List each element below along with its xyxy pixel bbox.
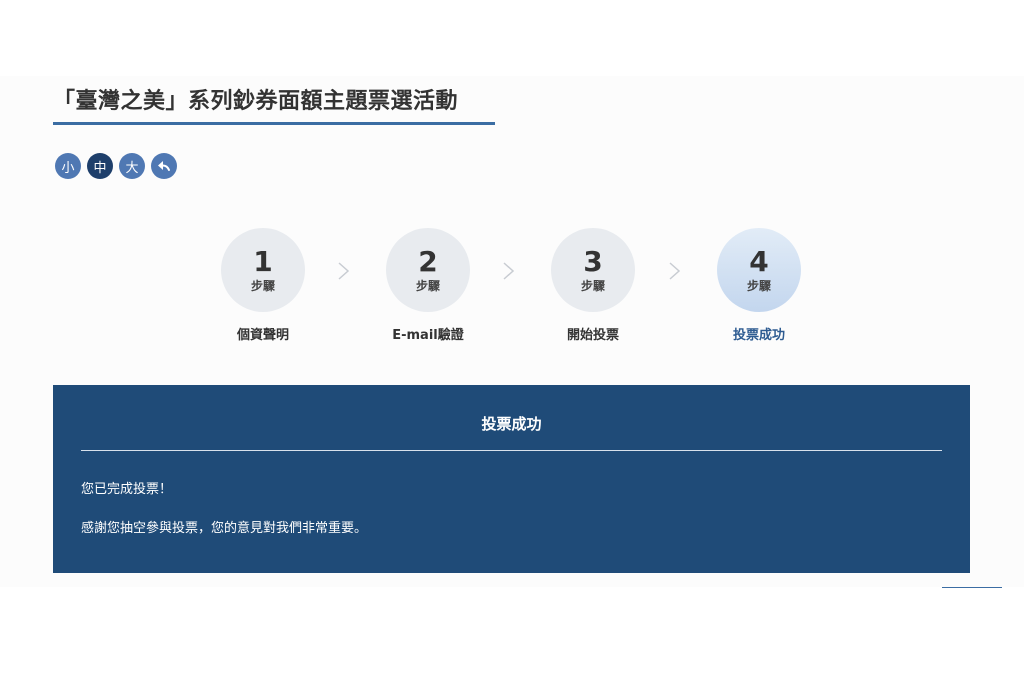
font-size-controls: 小 中 大 bbox=[55, 153, 177, 179]
step-label: 個資聲明 bbox=[236, 328, 289, 343]
step-label: 開始投票 bbox=[566, 328, 619, 343]
step-unit: 步驟 bbox=[415, 279, 440, 293]
result-title: 投票成功 bbox=[81, 413, 942, 451]
font-large-button[interactable]: 大 bbox=[119, 153, 145, 179]
font-medium-button[interactable]: 中 bbox=[87, 153, 113, 179]
result-panel: 投票成功 您已完成投票！ 感謝您抽空參與投票，您的意見對我們非常重要。 bbox=[53, 385, 970, 573]
step-number: 2 bbox=[418, 245, 438, 278]
step-unit: 步驟 bbox=[250, 279, 275, 293]
divider bbox=[942, 587, 1002, 588]
back-button[interactable] bbox=[151, 153, 177, 179]
step-number: 1 bbox=[253, 245, 273, 278]
step-label: E-mail驗證 bbox=[392, 328, 464, 343]
chevron-right-icon bbox=[338, 262, 350, 280]
step-1: 1 步驟 個資聲明 bbox=[203, 228, 323, 343]
chevron-right-icon bbox=[503, 262, 515, 280]
step-circle: 3 步驟 bbox=[551, 228, 635, 312]
page-title: 「臺灣之美」系列鈔券面額主題票選活動 bbox=[53, 89, 459, 114]
step-label: 投票成功 bbox=[732, 328, 785, 343]
step-number: 3 bbox=[583, 245, 603, 278]
chevron-right-icon bbox=[669, 262, 681, 280]
step-indicator: 1 步驟 個資聲明 2 步驟 E-mail驗證 3 步驟 開始投票 4 步驟 投… bbox=[0, 228, 1024, 348]
step-circle: 4 步驟 bbox=[717, 228, 801, 312]
step-unit: 步驟 bbox=[746, 279, 771, 293]
page-content: 「臺灣之美」系列鈔券面額主題票選活動 小 中 大 1 步驟 個資聲明 2 步驟 bbox=[0, 76, 1024, 587]
title-block: 「臺灣之美」系列鈔券面額主題票選活動 bbox=[53, 88, 495, 125]
step-4: 4 步驟 投票成功 bbox=[699, 228, 819, 343]
thank-you-message: 感謝您抽空參與投票，您的意見對我們非常重要。 bbox=[81, 521, 368, 536]
step-circle: 2 步驟 bbox=[386, 228, 470, 312]
step-2: 2 步驟 E-mail驗證 bbox=[368, 228, 488, 343]
font-small-button[interactable]: 小 bbox=[55, 153, 81, 179]
result-message: 您已完成投票！ bbox=[81, 482, 173, 497]
step-circle: 1 步驟 bbox=[221, 228, 305, 312]
step-unit: 步驟 bbox=[580, 279, 605, 293]
step-3: 3 步驟 開始投票 bbox=[533, 228, 653, 343]
back-arrow-icon bbox=[158, 161, 170, 171]
step-number: 4 bbox=[749, 245, 769, 278]
